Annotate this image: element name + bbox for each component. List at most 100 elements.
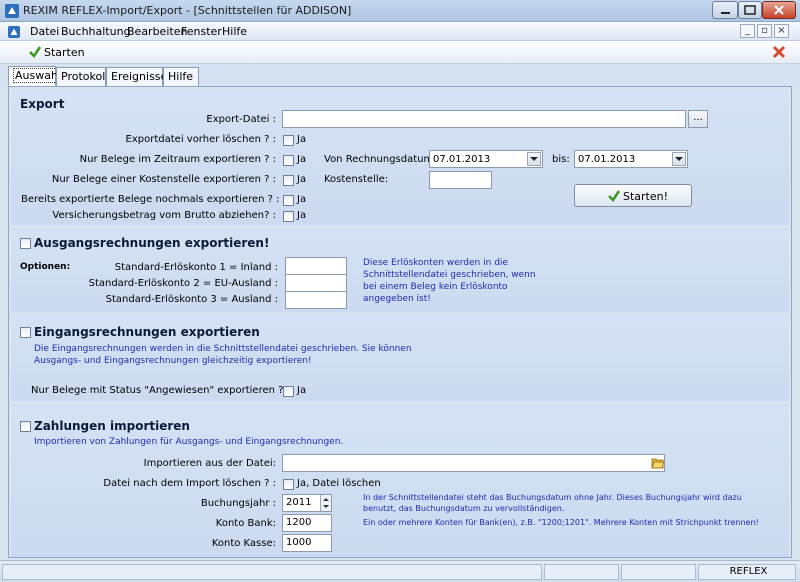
costcenter-input[interactable]	[429, 171, 492, 189]
status-panel-2	[544, 564, 619, 580]
menu-hilfe[interactable]: Hilfe	[222, 25, 247, 38]
mdi-close-button[interactable]: ×	[774, 24, 789, 38]
status-bar: REFLEX	[0, 560, 800, 582]
delete-import-checkbox[interactable]	[283, 479, 294, 490]
app-menu-icon[interactable]	[7, 25, 21, 39]
menu-datei[interactable]: Datei	[30, 25, 59, 38]
zahlungen-info: Importieren von Zahlungen für Ausgangs- …	[34, 437, 344, 447]
to-date-label: bis:	[552, 154, 570, 165]
insurance-checkbox[interactable]	[283, 211, 294, 222]
delete-import-ja: Ja, Datei löschen	[297, 478, 381, 489]
acct1-input[interactable]	[285, 257, 347, 275]
bank-label: Konto Bank:	[215, 518, 276, 529]
costcenter-label: Kostenstelle:	[324, 174, 389, 185]
only-period-ja: Ja	[297, 154, 307, 165]
maximize-button[interactable]	[738, 1, 762, 19]
title-bar: REXIM REFLEX-Import/Export - [Schnittste…	[0, 0, 800, 22]
delete-import-label: Datei nach dem Import löschen ? :	[103, 478, 276, 489]
ausgang-heading: Ausgangsrechnungen exportieren!	[34, 236, 270, 250]
options-label: Optionen:	[20, 262, 71, 272]
eingang-checkbox[interactable]	[20, 327, 31, 338]
ausgang-info: Diese Erlöskonten werden in die Schnitts…	[363, 258, 536, 304]
year-value: 2011	[286, 497, 312, 508]
status-app-name: REFLEX	[698, 564, 796, 580]
ausgang-checkbox[interactable]	[20, 238, 31, 249]
chevron-down-icon	[527, 152, 541, 166]
menu-fenster[interactable]: Fenster	[181, 25, 222, 38]
eingang-heading: Eingangsrechnungen exportieren	[34, 325, 260, 339]
zahlungen-section: Zahlungen importieren Importieren von Za…	[11, 404, 789, 557]
mdi-restore-button[interactable]: ▫	[757, 24, 772, 38]
eingang-section: Eingangsrechnungen exportieren Die Einga…	[11, 315, 789, 401]
browse-button[interactable]: ...	[688, 110, 708, 128]
bank-note: Ein oder mehrere Konten für Bank(en), z.…	[363, 518, 759, 527]
acct2-label: Standard-Erlöskonto 2 = EU-Ausland :	[88, 278, 278, 289]
import-file-input[interactable]	[282, 454, 665, 472]
acct3-input[interactable]	[285, 291, 347, 309]
only-period-label: Nur Belege im Zeitraum exportieren ? :	[79, 154, 276, 165]
to-date-value: 07.01.2013	[578, 154, 636, 165]
reexport-label: Bereits exportierte Belege nochmals expo…	[21, 194, 280, 205]
content-panel: Export Export-Datei : ... Exportdatei vo…	[8, 86, 792, 558]
eingang-info: Die Eingangsrechnungen werden in die Sch…	[34, 344, 412, 366]
to-date-select[interactable]: 07.01.2013	[574, 150, 688, 168]
status-checkbox[interactable]	[283, 386, 294, 397]
close-button[interactable]	[762, 1, 796, 19]
only-period-checkbox[interactable]	[283, 155, 294, 166]
app-icon	[5, 4, 19, 18]
toolbar-start-button[interactable]: Starten	[44, 46, 85, 59]
tab-bar: Auswahl Protokoll Ereignisse Hilfe	[0, 64, 800, 86]
window-title: REXIM REFLEX-Import/Export - [Schnittste…	[23, 4, 352, 17]
folder-open-icon[interactable]	[651, 456, 665, 470]
from-date-label: Von Rechnungsdatum:	[324, 154, 437, 165]
delete-export-ja: Ja	[297, 134, 307, 145]
menu-buchhaltung[interactable]: Buchhaltung	[61, 25, 131, 38]
acct1-label: Standard-Erlöskonto 1 = Inland :	[114, 262, 278, 273]
insurance-ja: Ja	[297, 210, 307, 221]
status-ja: Ja	[297, 385, 307, 396]
menu-bearbeiten[interactable]: Bearbeiten	[127, 25, 187, 38]
export-start-label: Starten!	[623, 190, 669, 203]
reexport-checkbox[interactable]	[283, 195, 294, 206]
reexport-ja: Ja	[297, 194, 307, 205]
from-date-select[interactable]: 07.01.2013	[429, 150, 543, 168]
only-costcenter-label: Nur Belege einer Kostenstelle exportiere…	[51, 174, 276, 185]
year-label: Buchungsjahr :	[200, 498, 276, 509]
kasse-label: Konto Kasse:	[211, 538, 276, 549]
year-input[interactable]: 2011	[282, 494, 332, 512]
insurance-label: Versicherungsbetrag vom Brutto abziehen?…	[52, 210, 276, 221]
only-costcenter-checkbox[interactable]	[283, 175, 294, 186]
check-icon	[29, 46, 42, 58]
kasse-input[interactable]: 1000	[282, 534, 332, 552]
close-x-icon[interactable]	[772, 45, 786, 59]
import-file-label: Importieren aus der Datei:	[143, 458, 276, 469]
delete-export-checkbox[interactable]	[283, 135, 294, 146]
export-file-label: Export-Datei :	[206, 114, 276, 125]
acct2-input[interactable]	[285, 274, 347, 292]
status-label: Nur Belege mit Status "Angewiesen" expor…	[31, 385, 290, 396]
year-spinner[interactable]	[320, 495, 331, 511]
status-panel-3	[621, 564, 696, 580]
minimize-button[interactable]	[712, 1, 738, 19]
bank-input[interactable]: 1200	[282, 514, 332, 532]
chevron-down-icon	[672, 152, 686, 166]
from-date-value: 07.01.2013	[433, 154, 491, 165]
zahlungen-checkbox[interactable]	[20, 421, 31, 432]
tab-hilfe[interactable]: Hilfe	[163, 67, 199, 86]
menu-bar: Datei Buchhaltung Bearbeiten Fenster Hil…	[0, 22, 800, 41]
only-costcenter-ja: Ja	[297, 174, 307, 185]
zahlungen-heading: Zahlungen importieren	[34, 419, 190, 433]
ausgang-section: Ausgangsrechnungen exportieren! Optionen…	[11, 228, 789, 312]
export-section: Export Export-Datei : ... Exportdatei vo…	[11, 89, 789, 225]
acct3-label: Standard-Erlöskonto 3 = Ausland :	[105, 294, 278, 305]
tab-auswahl[interactable]: Auswahl	[8, 66, 63, 86]
tab-protokoll[interactable]: Protokoll	[56, 67, 108, 86]
export-start-button[interactable]: Starten!	[574, 184, 692, 207]
toolbar: Starten	[0, 41, 800, 64]
tab-ereignisse[interactable]: Ereignisse	[106, 67, 167, 86]
delete-export-label: Exportdatei vorher löschen ? :	[125, 134, 276, 145]
year-note: In der Schnittstellendatei steht das Buc…	[363, 493, 742, 513]
mdi-minimize-button[interactable]: _	[740, 24, 755, 38]
export-file-input[interactable]	[282, 110, 686, 128]
status-panel-main	[2, 564, 542, 580]
